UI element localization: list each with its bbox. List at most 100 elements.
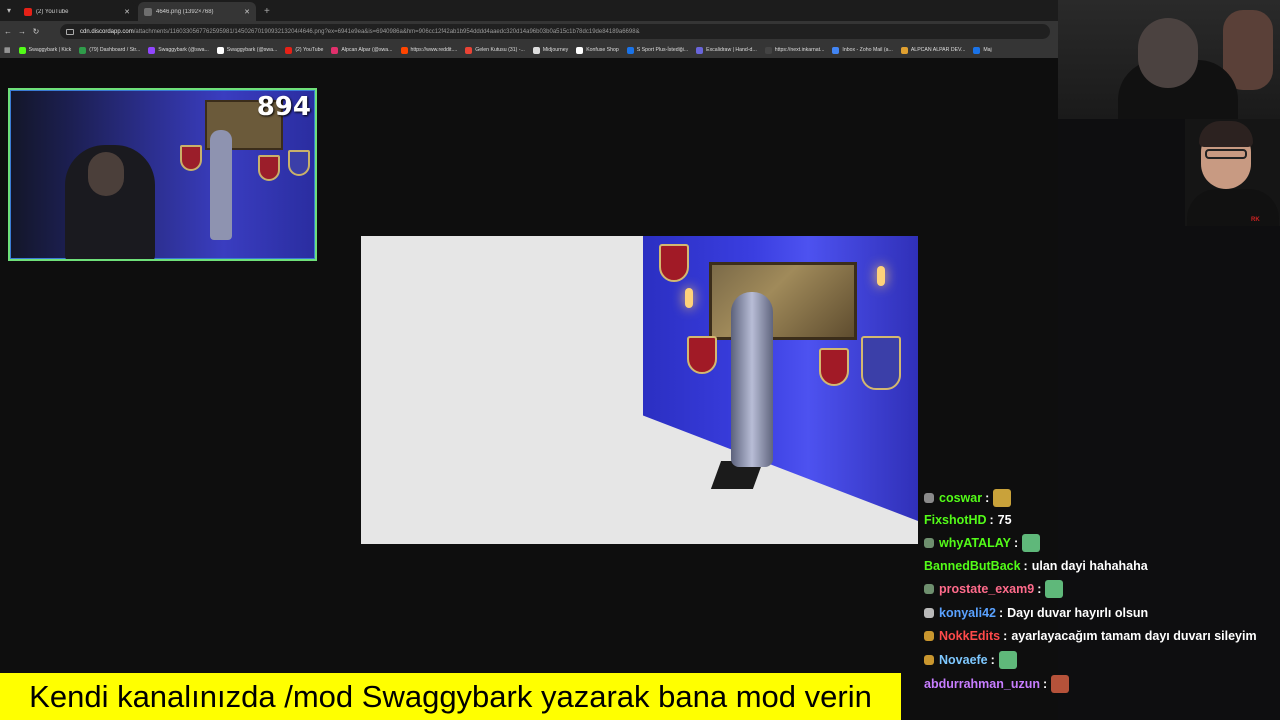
chat-username[interactable]: NokkEdits: [939, 629, 1000, 643]
emote-icon: [1022, 534, 1041, 552]
chat-separator: :: [990, 653, 995, 667]
tab-title: 4646.png (1392×768): [156, 8, 214, 15]
chat-separator: :: [1043, 677, 1048, 691]
banner-text: Kendi kanalınızda /mod Swaggybark yazara…: [29, 678, 872, 714]
bookmark-item[interactable]: S Sport Plus-İstediği...: [626, 46, 689, 54]
bookmark-item[interactable]: ALPCAN ALPAR DEV...: [900, 46, 965, 54]
chat-username[interactable]: abdurrahman_uzun: [924, 677, 1040, 691]
chat-message: konyali42: Dayı duvar hayırlı olsun: [924, 603, 1148, 623]
bookmark-favicon-icon: [216, 46, 224, 54]
chat-separator: :: [1014, 536, 1019, 550]
site-info-icon[interactable]: [66, 28, 74, 35]
bookmark-favicon-icon: [285, 46, 293, 54]
bookmark-label: Excalidraw | Hand-d...: [706, 47, 757, 53]
bookmark-item[interactable]: (2) YouTube: [285, 46, 323, 54]
bookmark-item[interactable]: Midjourney: [532, 46, 569, 54]
chat-message: BannedButBack: ulan dayi hahahaha: [924, 556, 1148, 576]
image-icon: [144, 7, 152, 16]
bookmark-item[interactable]: Konfuse Shop: [576, 46, 619, 54]
knight-armor: [731, 292, 773, 467]
chat-username[interactable]: whyATALAY: [939, 536, 1011, 550]
chat-separator: :: [1003, 629, 1008, 643]
shirt-logo: RK: [1251, 217, 1260, 223]
user-badge-icon: [924, 493, 934, 503]
user-badge-icon: [924, 538, 934, 548]
bookmark-item[interactable]: Excalidraw | Hand-d...: [696, 46, 757, 54]
bookmark-item[interactable]: Maj: [973, 46, 992, 54]
bookmark-item[interactable]: https://www.reddit....: [400, 46, 458, 54]
new-tab-icon[interactable]: +: [264, 2, 270, 21]
tab-youtube[interactable]: (2) YouTube ✕: [18, 2, 136, 21]
address-host: cdn.discordapp.com: [80, 28, 134, 35]
sconce-icon: [685, 288, 693, 308]
bookmark-item[interactable]: Swaggybark | Kick: [18, 46, 72, 54]
user-badge-icon: [924, 608, 934, 618]
bookmark-label: https://next.inkarnat...: [774, 47, 825, 53]
stream-screen: ▾ (2) YouTube ✕ 4646.png (1392×768) ✕ + …: [0, 0, 1280, 720]
shield-icon: [861, 336, 901, 390]
chat-message: abdurrahman_uzun:: [924, 674, 1070, 694]
bookmark-favicon-icon: [465, 46, 473, 54]
bookmark-item[interactable]: Swaggybark (@swa...: [148, 46, 209, 54]
mod-banner: Kendi kanalınızda /mod Swaggybark yazara…: [0, 673, 901, 720]
forward-icon[interactable]: →: [16, 27, 28, 36]
chat-username[interactable]: Novaefe: [939, 653, 988, 667]
chat-message: whyATALAY:: [924, 533, 1041, 553]
bookmark-label: (79) Dashboard / Str...: [89, 47, 141, 53]
tab-image[interactable]: 4646.png (1392×768) ✕: [138, 2, 256, 21]
chat-separator: :: [998, 606, 1004, 620]
bookmark-favicon-icon: [764, 46, 772, 54]
knight-armor: [210, 130, 232, 240]
youtube-icon: [24, 7, 32, 16]
chat-message: NokkEdits: ayarlayacağım tamam dayı duvar…: [924, 626, 1257, 646]
chat-text: 75: [997, 513, 1012, 527]
apps-grid-icon[interactable]: ▦: [4, 46, 11, 54]
chat-message: prostate_exam9:: [924, 579, 1064, 599]
bookmark-favicon-icon: [832, 46, 840, 54]
bookmark-favicon-icon: [576, 46, 584, 54]
chat-username[interactable]: prostate_exam9: [939, 582, 1034, 596]
chat-overlay: coswar: FixshotHD:75 whyATALAY: BannedButBa…: [918, 486, 1280, 696]
bookmark-label: Swaggybark (@swa...: [158, 47, 209, 53]
viewer-counter: 894: [256, 92, 311, 122]
displayed-image: [361, 236, 918, 544]
bookmark-favicon-icon: [532, 46, 540, 54]
shield-icon: [288, 150, 310, 176]
chat-username[interactable]: konyali42: [939, 606, 996, 620]
user-badge-icon: [924, 631, 934, 641]
bookmark-item[interactable]: Gelen Kutusu (31) -...: [465, 46, 525, 54]
chat-username[interactable]: coswar: [939, 491, 982, 505]
back-icon[interactable]: ←: [2, 27, 14, 36]
bookmark-label: S Sport Plus-İstediği...: [636, 47, 689, 53]
chat-username[interactable]: BannedButBack: [924, 559, 1021, 573]
guest-hair: [1199, 121, 1253, 147]
bookmark-label: https://www.reddit....: [410, 47, 458, 53]
close-icon[interactable]: ✕: [124, 8, 130, 16]
chat-username[interactable]: FixshotHD: [924, 513, 987, 527]
bookmark-label: Midjourney: [542, 47, 569, 53]
bookmark-item[interactable]: https://next.inkarnat...: [764, 46, 825, 54]
bookmark-label: Konfuse Shop: [586, 47, 619, 53]
guest-webcam-bottom: RK: [1185, 119, 1280, 226]
reload-icon[interactable]: ↻: [30, 27, 42, 36]
bookmark-item[interactable]: Alpcan Alpar (@swa...: [331, 46, 393, 54]
shield-icon: [659, 244, 689, 282]
guest-face: [1138, 18, 1198, 88]
close-icon[interactable]: ✕: [244, 8, 250, 16]
shield-icon: [258, 155, 280, 181]
chat-message: FixshotHD:75: [924, 510, 1012, 530]
bookmark-item[interactable]: (79) Dashboard / Str...: [79, 46, 141, 54]
emote-icon: [993, 489, 1012, 507]
streamer-webcam: 894: [8, 88, 317, 261]
bookmark-item[interactable]: Swaggybark (@swa...: [216, 46, 277, 54]
guest-webcam-top: [1058, 0, 1280, 119]
glasses-icon: [1205, 149, 1247, 159]
bookmark-favicon-icon: [400, 46, 408, 54]
bookmark-favicon-icon: [79, 46, 87, 54]
bookmark-item[interactable]: Inbox - Zoho Mail (a...: [832, 46, 893, 54]
tab-search-icon[interactable]: ▾: [0, 0, 18, 21]
bookmark-label: Swaggybark | Kick: [28, 47, 72, 53]
bookmarks-bar: ▦ Swaggybark | Kick (79) Dashboard / Str.…: [0, 42, 1058, 58]
chat-message: coswar:: [924, 488, 1012, 508]
address-bar[interactable]: cdn.discordapp.com /attachments/11603305…: [60, 24, 1050, 39]
